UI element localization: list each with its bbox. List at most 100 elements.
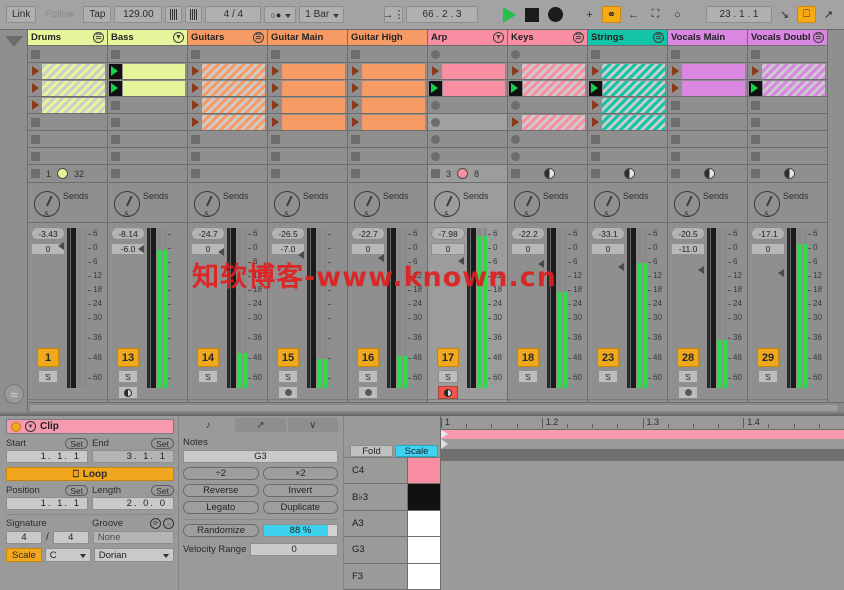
signature-denominator-field[interactable]: 4 bbox=[52, 531, 89, 544]
track-number-button[interactable]: 23 bbox=[597, 348, 619, 367]
fader-handle[interactable] bbox=[458, 257, 464, 265]
send-a-knob[interactable]: A bbox=[34, 191, 60, 218]
clip[interactable] bbox=[682, 63, 745, 79]
clip-slot[interactable] bbox=[508, 97, 587, 114]
clip-slot[interactable] bbox=[668, 114, 747, 131]
track-header[interactable]: Drums ☰ bbox=[28, 30, 107, 46]
clip-stop-button[interactable] bbox=[671, 134, 680, 144]
list-icon[interactable]: ☰ bbox=[813, 32, 824, 43]
track-stop-button[interactable] bbox=[591, 169, 600, 178]
clip-stop-button[interactable] bbox=[271, 49, 280, 59]
fader-handle[interactable] bbox=[138, 245, 144, 253]
solo-button[interactable]: S bbox=[358, 370, 378, 383]
clip-slot[interactable] bbox=[588, 80, 667, 97]
clip-slot[interactable] bbox=[268, 114, 347, 131]
clip-slot[interactable] bbox=[748, 114, 827, 131]
volume-fader[interactable] bbox=[387, 228, 396, 388]
volume-value[interactable]: -22.7 bbox=[351, 227, 385, 240]
volume-value[interactable]: -8.14 bbox=[111, 227, 145, 240]
duplicate-button[interactable]: Duplicate bbox=[262, 501, 338, 514]
length-value-field[interactable]: 2. 0. 0 bbox=[92, 497, 174, 510]
clip-slot[interactable] bbox=[268, 131, 347, 148]
clip-stop-button[interactable] bbox=[671, 49, 680, 59]
volume-fader[interactable] bbox=[627, 228, 636, 388]
clip-slot[interactable] bbox=[668, 148, 747, 165]
clip-slot[interactable] bbox=[748, 63, 827, 80]
clip-slot[interactable] bbox=[108, 80, 187, 97]
punch-in-icon[interactable]: ↘ bbox=[775, 6, 794, 23]
clip-slot[interactable] bbox=[188, 80, 267, 97]
clip[interactable] bbox=[282, 97, 345, 113]
clip-launch-button[interactable] bbox=[512, 117, 521, 127]
scrollbar-thumb[interactable] bbox=[30, 405, 838, 411]
clip-launch-button[interactable] bbox=[352, 100, 361, 110]
clip-stop-button[interactable] bbox=[111, 151, 120, 161]
send-a-knob[interactable]: A bbox=[754, 191, 780, 218]
clip[interactable] bbox=[282, 114, 345, 130]
send-a-knob[interactable]: A bbox=[674, 191, 700, 218]
velocity-range-field[interactable]: 0 bbox=[250, 543, 338, 556]
clip-stop-button[interactable] bbox=[751, 134, 760, 144]
clip-stop-button[interactable] bbox=[671, 151, 680, 161]
piano-key-row[interactable]: B♭3 bbox=[344, 484, 440, 511]
solo-button[interactable]: S bbox=[118, 370, 138, 383]
arm-record-button[interactable] bbox=[358, 386, 378, 399]
clip-slot[interactable] bbox=[508, 148, 587, 165]
clip[interactable] bbox=[42, 63, 105, 79]
clip-stop-button[interactable] bbox=[431, 134, 440, 144]
clip[interactable] bbox=[42, 97, 105, 113]
clip-slot[interactable] bbox=[268, 63, 347, 80]
send-a-knob[interactable]: A bbox=[514, 191, 540, 218]
clip-slot[interactable] bbox=[428, 80, 507, 97]
track-number-button[interactable]: 29 bbox=[757, 348, 779, 367]
clip-launch-button[interactable] bbox=[272, 83, 281, 93]
clip-stop-button[interactable] bbox=[751, 49, 760, 59]
track-stop-button[interactable] bbox=[671, 169, 680, 178]
send-a-knob[interactable]: A bbox=[354, 191, 380, 218]
clip-slot[interactable] bbox=[268, 97, 347, 114]
session-horizontal-scrollbar[interactable] bbox=[28, 402, 844, 412]
list-icon[interactable]: ☰ bbox=[653, 32, 664, 43]
groove-pool-icon[interactable]: → bbox=[163, 518, 174, 529]
clip-stop-button[interactable] bbox=[511, 151, 520, 161]
loop-switch-icon[interactable]: ⎕ bbox=[797, 6, 816, 23]
track-number-button[interactable]: 13 bbox=[117, 348, 139, 367]
solo-button[interactable]: S bbox=[678, 370, 698, 383]
clip-slot[interactable] bbox=[348, 131, 427, 148]
clip-stop-button[interactable] bbox=[271, 151, 280, 161]
clip-slot[interactable] bbox=[508, 46, 587, 63]
position-set-button[interactable]: Set bbox=[65, 485, 88, 496]
volume-value[interactable]: -3.43 bbox=[31, 227, 65, 240]
scale-highlight-button[interactable]: Scale bbox=[395, 445, 438, 457]
pan-value[interactable]: 0 bbox=[751, 243, 785, 255]
pan-value[interactable]: 0 bbox=[511, 243, 545, 255]
clip-slot[interactable] bbox=[348, 80, 427, 97]
fader-handle[interactable] bbox=[698, 266, 704, 274]
clip-slot[interactable] bbox=[28, 80, 107, 97]
fold-button[interactable]: Fold bbox=[350, 445, 393, 457]
clip-slot[interactable] bbox=[508, 114, 587, 131]
loop-position-field[interactable]: 23 . 1 . 1 bbox=[706, 6, 772, 23]
clip-slot[interactable] bbox=[588, 114, 667, 131]
pan-value[interactable]: -11.0 bbox=[671, 243, 705, 255]
volume-fader[interactable] bbox=[227, 228, 236, 388]
clip-activator-icon[interactable] bbox=[11, 421, 21, 432]
piano-key[interactable] bbox=[407, 510, 440, 537]
track-header[interactable]: Vocals Main bbox=[668, 30, 747, 46]
clip-slot[interactable] bbox=[108, 97, 187, 114]
groove-selector[interactable]: None bbox=[92, 531, 174, 544]
arm-record-button[interactable] bbox=[278, 386, 298, 399]
clip-launch-button[interactable] bbox=[32, 100, 41, 110]
clip-launch-button[interactable] bbox=[352, 117, 361, 127]
list-icon[interactable]: ☰ bbox=[253, 32, 264, 43]
clip-stop-button[interactable] bbox=[31, 151, 40, 161]
length-set-button[interactable]: Set bbox=[151, 485, 174, 496]
fader-handle[interactable] bbox=[378, 254, 384, 262]
clip-slot[interactable] bbox=[428, 148, 507, 165]
clip-slot[interactable] bbox=[508, 80, 587, 97]
volume-fader[interactable] bbox=[467, 228, 476, 388]
clip-slot[interactable] bbox=[748, 80, 827, 97]
track-stop-button[interactable] bbox=[431, 169, 440, 178]
follow-button[interactable]: Follow bbox=[39, 6, 80, 23]
piano-key[interactable] bbox=[407, 458, 440, 484]
